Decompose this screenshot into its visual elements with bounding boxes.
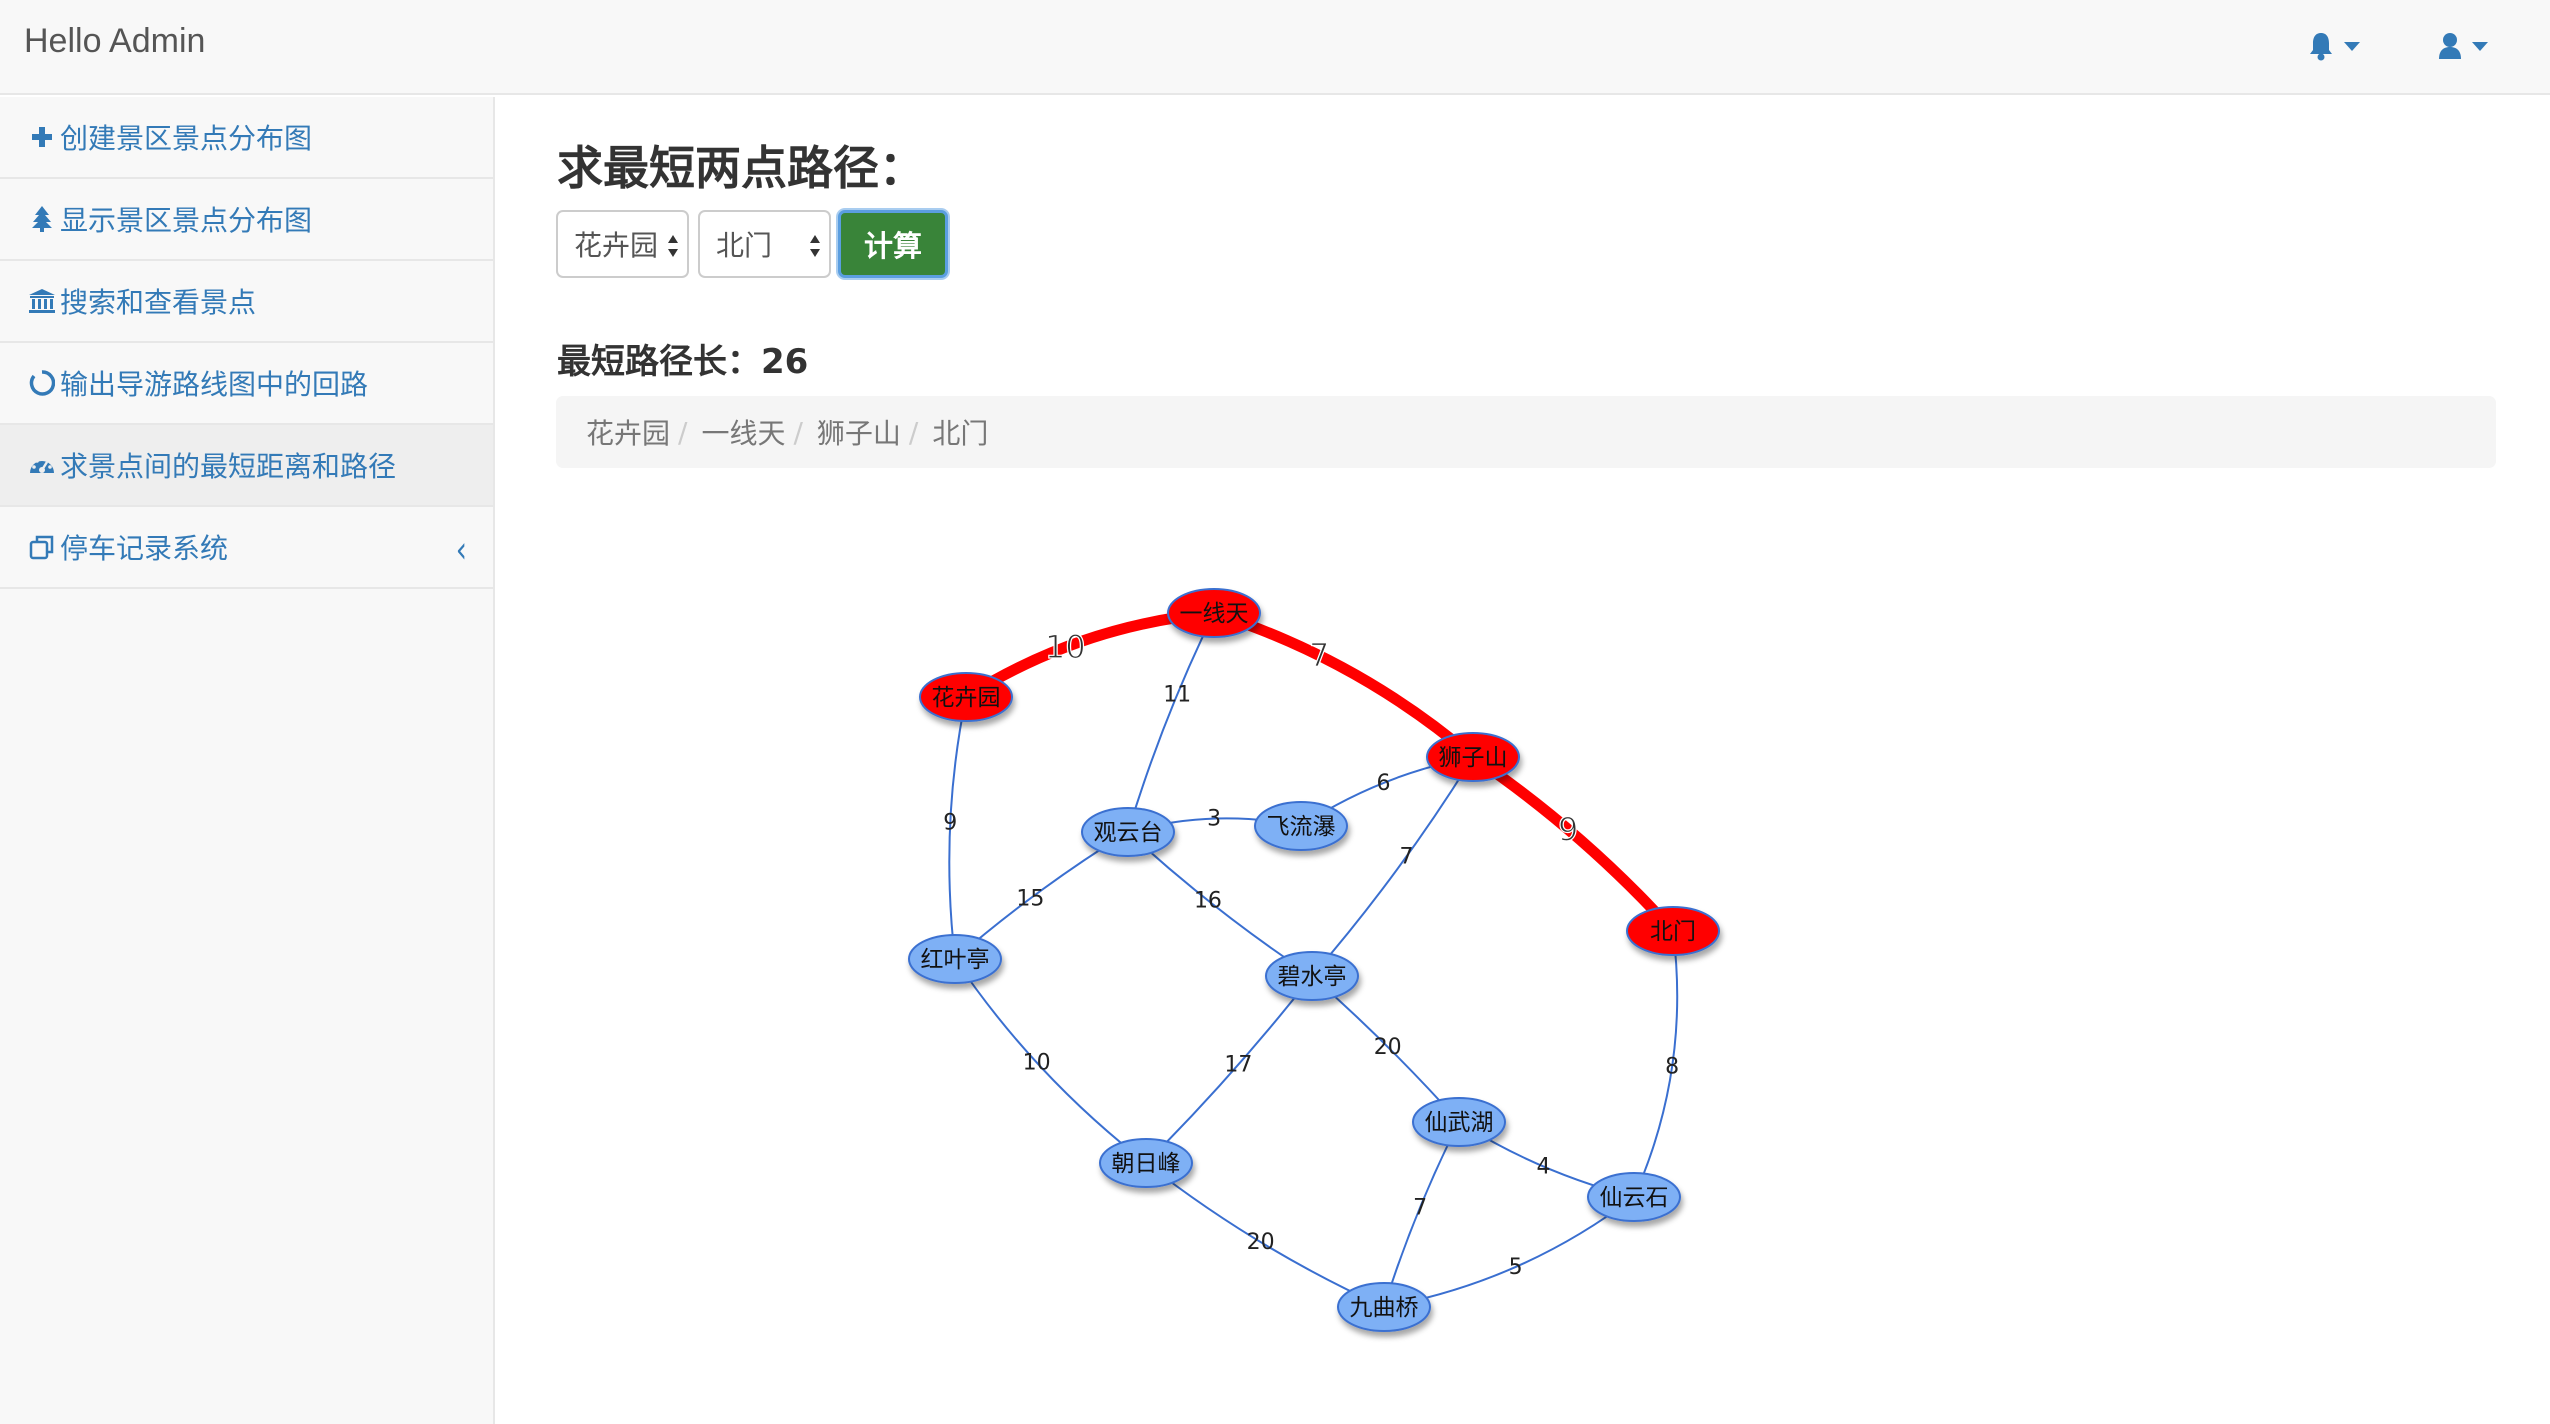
graph-node[interactable]: 碧水亭 bbox=[1265, 951, 1359, 1001]
graph-node-label: 红叶亭 bbox=[921, 947, 990, 973]
edge-weight-label: 11 bbox=[1163, 683, 1191, 708]
graph-node-label: 飞流瀑 bbox=[1267, 814, 1336, 840]
edge-weight-label: 10 bbox=[1023, 1050, 1051, 1075]
graph-node-label: 碧水亭 bbox=[1278, 964, 1347, 990]
graph-node-label: 仙武湖 bbox=[1425, 1110, 1494, 1136]
graph-node-label: 一线天 bbox=[1180, 601, 1249, 627]
edge-weight-label: 9 bbox=[1558, 810, 1578, 848]
graph-node-label: 仙云石 bbox=[1600, 1185, 1669, 1211]
graph-node[interactable]: 一线天 bbox=[1167, 588, 1261, 638]
graph-node[interactable]: 九曲桥 bbox=[1337, 1282, 1431, 1332]
graph-node-label: 九曲桥 bbox=[1350, 1295, 1419, 1321]
graph-edge bbox=[1212, 607, 1477, 762]
graph-node-label: 狮子山 bbox=[1439, 745, 1508, 771]
edge-weight-label: 7 bbox=[1399, 845, 1413, 870]
edge-weight-label: 5 bbox=[1509, 1255, 1523, 1280]
graph-node[interactable]: 红叶亭 bbox=[908, 934, 1002, 984]
graph-node-label: 北门 bbox=[1650, 919, 1696, 945]
route-graph: 10 7 9 11 9 3 6 15 16 7 8 10 17 20 4 7 20 5 一线天花卉园狮子山观云台 飞… bbox=[908, 588, 1720, 1332]
edge-weight-label: 10 bbox=[1045, 628, 1086, 666]
graph-node[interactable]: 北门 bbox=[1626, 906, 1720, 956]
graph-node[interactable]: 朝日峰 bbox=[1099, 1138, 1193, 1188]
edge-weight-label: 9 bbox=[943, 810, 957, 835]
edge-weight-label: 6 bbox=[1377, 771, 1391, 796]
graph-node[interactable]: 飞流瀑 bbox=[1254, 801, 1348, 851]
graph-edge bbox=[1127, 612, 1215, 833]
edge-weight-label: 3 bbox=[1207, 807, 1221, 832]
edge-weight-label: 17 bbox=[1224, 1052, 1252, 1077]
edge-weight-label: 20 bbox=[1374, 1035, 1402, 1060]
graph-edge bbox=[1311, 756, 1474, 977]
graph-node[interactable]: 狮子山 bbox=[1426, 732, 1520, 782]
edge-weight-label: 20 bbox=[1247, 1230, 1275, 1255]
edge-weight-label: 4 bbox=[1537, 1155, 1551, 1180]
edge-weight-label: 15 bbox=[1016, 886, 1044, 911]
edge-weight-label: 7 bbox=[1309, 637, 1329, 675]
graph-node[interactable]: 仙武湖 bbox=[1412, 1097, 1506, 1147]
graph-node-label: 朝日峰 bbox=[1112, 1151, 1181, 1177]
edge-weight-label: 16 bbox=[1194, 888, 1222, 913]
graph-node[interactable]: 花卉园 bbox=[919, 672, 1013, 722]
edge-weight-label: 7 bbox=[1413, 1195, 1427, 1220]
graph-node-label: 花卉园 bbox=[932, 685, 1001, 711]
edge-weight-label: 8 bbox=[1665, 1055, 1679, 1080]
graph-node[interactable]: 观云台 bbox=[1081, 807, 1175, 857]
graph-node[interactable]: 仙云石 bbox=[1587, 1172, 1681, 1222]
graph-node-label: 观云台 bbox=[1094, 820, 1163, 846]
